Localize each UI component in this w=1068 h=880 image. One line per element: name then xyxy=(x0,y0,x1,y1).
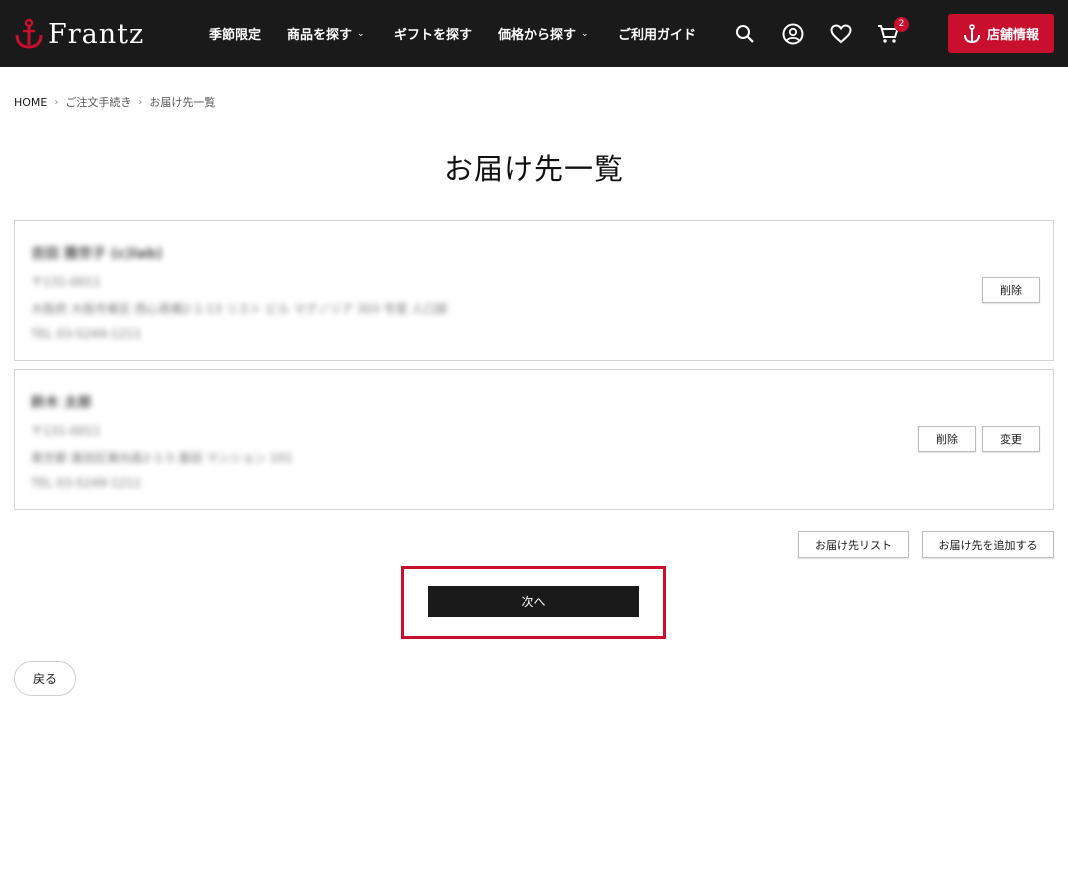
breadcrumb: HOME › ご注文手続き › お届け先一覧 xyxy=(14,94,215,110)
nav-label: 価格から探す xyxy=(498,28,577,43)
nav-guide[interactable]: ご利用ガイド xyxy=(618,0,696,67)
address-postal: 〒131-0011 xyxy=(31,275,101,289)
logo-text: Frantz xyxy=(48,18,145,50)
chevron-right-icon: › xyxy=(54,96,59,108)
chevron-down-icon: ⌄ xyxy=(581,28,589,39)
anchor-logo-icon xyxy=(15,18,43,49)
logo[interactable]: Frantz xyxy=(14,16,144,52)
chevron-right-icon: › xyxy=(138,96,143,108)
nav-label: ギフトを探す xyxy=(394,28,473,43)
address-line: 東京都 墨田区東向島2-1-5 墨田 マンション 101 xyxy=(31,451,293,465)
nav-label: 商品を探す xyxy=(287,28,353,43)
address-name: 鈴木 太郎 xyxy=(31,395,92,411)
chevron-down-icon: ⌄ xyxy=(357,28,365,39)
back-button[interactable]: 戻る xyxy=(14,661,76,696)
site-header: Frantz 季節限定 商品を探す ⌄ ギフトを探す 価格から探す ⌄ ご利用ガ… xyxy=(0,0,1068,67)
nav-seasonal[interactable]: 季節限定 xyxy=(209,0,261,67)
next-button[interactable]: 次へ xyxy=(428,586,639,617)
nav-label: ご利用ガイド xyxy=(618,28,697,43)
edit-button[interactable]: 変更 xyxy=(982,426,1040,452)
page-title: お届け先一覧 xyxy=(443,152,624,186)
address-postal: 〒131-0011 xyxy=(31,424,101,438)
address-card: 鈴木 太郎 〒131-0011 東京都 墨田区東向島2-1-5 墨田 マンション… xyxy=(14,369,1054,510)
breadcrumb-checkout[interactable]: ご注文手続き xyxy=(65,94,131,110)
store-info-button[interactable]: 店舗情報 xyxy=(948,14,1054,53)
address-phone: TEL 03-5249-1211 xyxy=(31,476,142,490)
nav-label: 季節限定 xyxy=(209,28,262,43)
address-card: 吉田 雅世子 (c)lab) 〒131-0011 大阪府 大阪市東区 西心斎橋2… xyxy=(14,220,1054,361)
nav-find-products[interactable]: 商品を探す ⌄ xyxy=(287,0,365,67)
nav-by-price[interactable]: 価格から探す ⌄ xyxy=(498,0,589,67)
cart-count-badge: 2 xyxy=(894,17,909,32)
store-info-label: 店舗情報 xyxy=(986,28,1039,43)
add-address-button[interactable]: お届け先を追加する xyxy=(922,531,1054,558)
delete-button[interactable]: 削除 xyxy=(918,426,976,452)
anchor-icon xyxy=(963,23,980,43)
address-line: 大阪府 大阪市東区 西心斎橋2-1-13 リスト ビル マグノリア 303 号室… xyxy=(31,302,448,316)
heart-icon[interactable] xyxy=(828,21,854,47)
delete-button[interactable]: 削除 xyxy=(982,277,1040,303)
search-icon[interactable] xyxy=(732,21,758,47)
account-icon[interactable] xyxy=(780,21,806,47)
breadcrumb-home[interactable]: HOME xyxy=(14,96,47,109)
nav-find-gift[interactable]: ギフトを探す xyxy=(394,0,472,67)
address-phone: TEL 03-5249-1211 xyxy=(31,327,142,341)
address-list-button[interactable]: お届け先リスト xyxy=(798,531,909,558)
breadcrumb-current: お届け先一覧 xyxy=(149,96,216,109)
address-name: 吉田 雅世子 (c)lab) xyxy=(31,246,163,262)
